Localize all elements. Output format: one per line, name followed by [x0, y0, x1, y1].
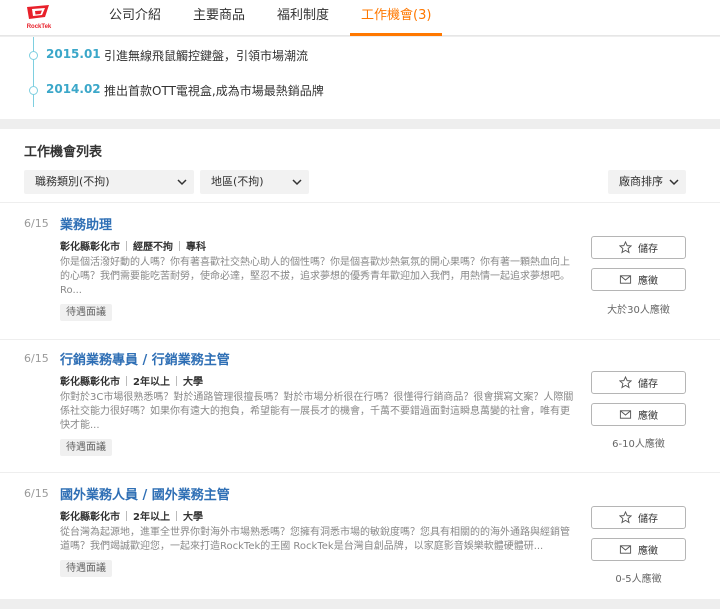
save-job-button[interactable]: 儲存	[591, 506, 686, 529]
timeline-date: 2015.01	[46, 47, 101, 61]
envelope-icon	[619, 275, 632, 284]
job-category-filter[interactable]: 職務類別(不拘)	[24, 170, 194, 194]
timeline-item: 2014.02 推出首款OTT電視盒,成為市場最熱銷品牌	[0, 81, 720, 101]
save-job-button[interactable]: 儲存	[591, 371, 686, 394]
nav-tab-company-intro[interactable]: 公司介紹	[98, 0, 172, 36]
salary-tag: 待遇面議	[60, 439, 112, 456]
save-label: 儲存	[638, 514, 658, 525]
nav-tab-products[interactable]: 主要商品	[182, 0, 256, 36]
apply-label: 應徵	[638, 276, 658, 287]
sort-dropdown-label: 廠商排序	[619, 175, 663, 188]
job-meta: 彰化縣彰化市 2年以上 大學	[60, 508, 203, 523]
timeline-text: 推出首款OTT電視盒,成為市場最熱銷品牌	[104, 84, 324, 98]
timeline-date: 2014.02	[46, 82, 101, 96]
rocktek-logo[interactable]: RockTek	[24, 3, 54, 31]
job-education: 大學	[182, 377, 203, 388]
job-meta: 彰化縣彰化市 經歷不拘 專科	[60, 238, 206, 253]
area-filter[interactable]: 地區(不拘)	[200, 170, 309, 194]
top-header: RockTek 公司介紹 主要商品 福利制度 工作機會(3)	[0, 0, 720, 36]
apply-label: 應徵	[638, 411, 658, 422]
job-experience: 經歷不拘	[133, 242, 173, 253]
apply-job-button[interactable]: 應徵	[591, 268, 686, 291]
applicant-count: 0-5人應徵	[615, 574, 662, 585]
job-listing: 6/15 行銷業務專員 / 行銷業務主管 彰化縣彰化市 2年以上 大學 你對於3…	[0, 338, 720, 474]
chevron-down-icon	[177, 179, 187, 186]
job-description: 從台灣為起源地，進軍全世界你對海外市場熟悉嗎？您擁有洞悉市場的敏銳度嗎？您具有相…	[60, 527, 570, 552]
job-category-filter-label: 職務類別(不拘)	[35, 175, 110, 188]
star-icon	[619, 511, 632, 524]
chevron-down-icon	[292, 179, 302, 186]
job-location: 彰化縣彰化市	[60, 512, 120, 523]
jobs-list-title: 工作機會列表	[24, 145, 103, 160]
job-title-link[interactable]: 業務助理	[60, 214, 112, 233]
apply-job-button[interactable]: 應徵	[591, 538, 686, 561]
timeline-item: 2015.01 引進無線飛鼠觸控鍵盤，引領市場潮流	[0, 46, 720, 66]
sort-dropdown[interactable]: 廠商排序	[608, 170, 686, 194]
area-filter-label: 地區(不拘)	[211, 175, 264, 188]
timeline-dot	[29, 86, 38, 95]
star-icon	[619, 241, 632, 254]
job-experience: 2年以上	[133, 377, 170, 388]
job-location: 彰化縣彰化市	[60, 242, 120, 253]
logo-wordmark: RockTek	[27, 24, 52, 30]
job-description: 你對於3C市場很熟悉嗎？對於通路管理很擅長嗎？對於市場分析很在行嗎？很懂得行銷商…	[60, 392, 574, 431]
company-timeline: 2015.01 引進無線飛鼠觸控鍵盤，引領市場潮流 2014.02 推出首款OT…	[0, 37, 720, 119]
company-nav: 公司介紹 主要商品 福利制度 工作機會(3)	[98, 0, 452, 36]
nav-tab-jobs[interactable]: 工作機會(3)	[350, 0, 443, 36]
timeline-text: 引進無線飛鼠觸控鍵盤，引領市場潮流	[104, 49, 309, 63]
job-title-link[interactable]: 國外業務人員 / 國外業務主管	[60, 484, 230, 503]
job-experience: 2年以上	[133, 512, 170, 523]
job-meta: 彰化縣彰化市 2年以上 大學	[60, 373, 203, 388]
save-label: 儲存	[638, 244, 658, 255]
job-listing: 6/15 業務助理 彰化縣彰化市 經歷不拘 專科 你是個活潑好動的人嗎？你有著喜…	[0, 203, 720, 339]
salary-tag: 待遇面議	[60, 560, 112, 577]
applicant-count: 6-10人應徵	[612, 439, 665, 450]
job-education: 專科	[186, 242, 206, 253]
job-post-date: 6/15	[24, 487, 49, 500]
chevron-down-icon	[669, 179, 679, 186]
job-education: 大學	[182, 512, 203, 523]
save-job-button[interactable]: 儲存	[591, 236, 686, 259]
envelope-icon	[619, 545, 632, 554]
applicant-count: 大於30人應徵	[607, 305, 670, 316]
job-title-link[interactable]: 行銷業務專員 / 行銷業務主管	[60, 349, 230, 368]
apply-job-button[interactable]: 應徵	[591, 403, 686, 426]
job-post-date: 6/15	[24, 352, 49, 365]
save-label: 儲存	[638, 379, 658, 390]
star-icon	[619, 376, 632, 389]
envelope-icon	[619, 410, 632, 419]
job-location: 彰化縣彰化市	[60, 377, 120, 388]
job-listing: 6/15 國外業務人員 / 國外業務主管 彰化縣彰化市 2年以上 大學 從台灣為…	[0, 473, 720, 609]
job-description: 你是個活潑好動的人嗎？你有著喜歡社交熱心助人的個性嗎？你是個喜歡炒熱氣氛的開心果…	[60, 257, 570, 296]
apply-label: 應徵	[638, 546, 658, 557]
timeline-dot	[29, 51, 38, 60]
jobs-list-section: 工作機會列表 職務類別(不拘) 地區(不拘) 廠商排序 6/15 業務助理 彰化…	[0, 129, 720, 599]
job-post-date: 6/15	[24, 217, 49, 230]
nav-tab-benefits[interactable]: 福利制度	[266, 0, 340, 36]
salary-tag: 待遇面議	[60, 304, 112, 321]
